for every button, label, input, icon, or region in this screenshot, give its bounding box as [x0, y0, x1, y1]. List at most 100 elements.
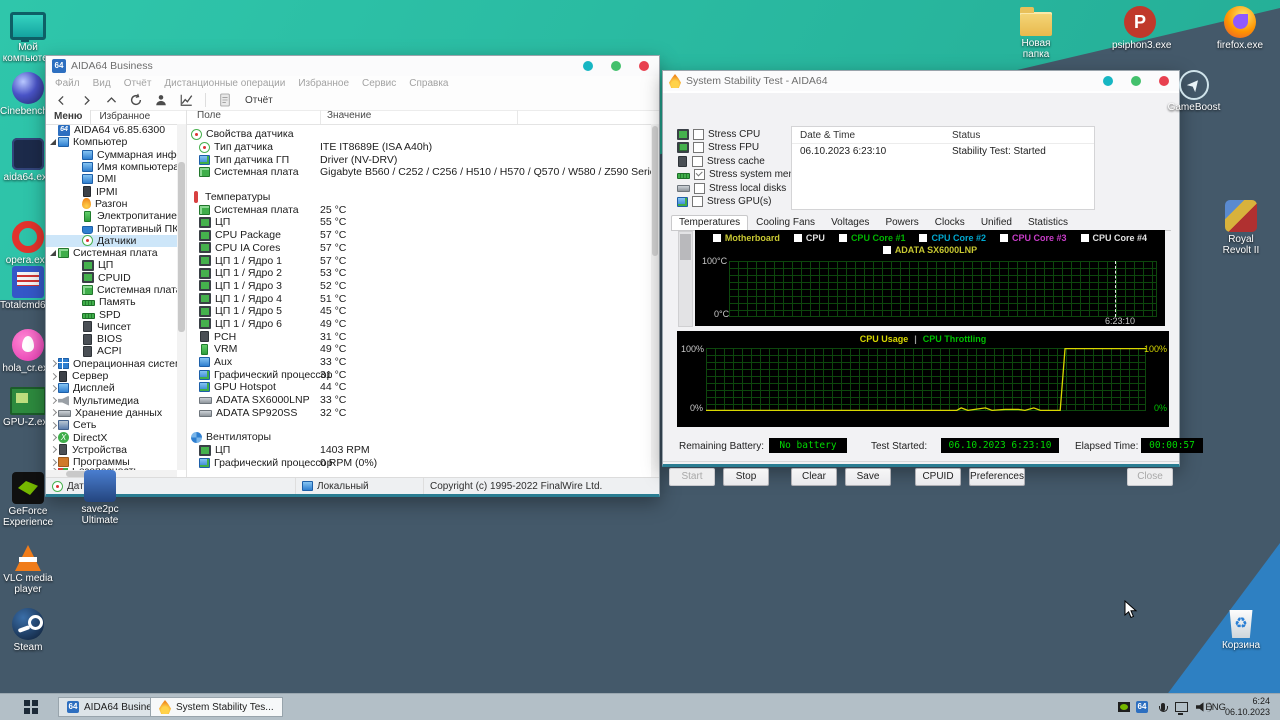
closed-expander-icon[interactable] — [48, 446, 58, 454]
tab-temperatures[interactable]: Temperatures — [671, 215, 749, 230]
network-tray-icon[interactable] — [1175, 694, 1188, 720]
menu-item[interactable]: Файл — [55, 78, 80, 89]
stress-option-cache[interactable]: Stress cache — [677, 155, 765, 167]
legend-checkbox[interactable] — [919, 234, 928, 242]
legend-checkbox[interactable] — [882, 246, 891, 254]
clear-button[interactable]: Clear — [791, 468, 837, 486]
desktop-icon-firefox[interactable]: firefox.exe — [1212, 6, 1268, 51]
checkbox[interactable] — [692, 155, 703, 167]
menu-item[interactable]: Вид — [93, 78, 111, 89]
tree-item[interactable]: Дисплей — [46, 382, 177, 394]
open-expander-icon[interactable] — [48, 139, 58, 146]
graph-scrollbar[interactable] — [678, 231, 693, 327]
desktop-icon-psiphon[interactable]: Ppsiphon3.exe — [1112, 6, 1172, 51]
start-button[interactable] — [24, 700, 38, 714]
menu-item[interactable]: Справка — [409, 78, 448, 89]
checkbox[interactable] — [694, 169, 705, 181]
closed-expander-icon[interactable] — [48, 409, 58, 417]
checkbox[interactable] — [692, 196, 703, 207]
aida64-tray-icon[interactable]: 64 — [1136, 694, 1148, 720]
tree-vertical-scrollbar[interactable] — [177, 124, 186, 470]
tree-item[interactable]: Имя компьютера — [46, 161, 177, 173]
tree-item[interactable]: SPD — [46, 308, 177, 321]
minimize-button[interactable] — [583, 61, 593, 71]
close-button[interactable] — [639, 61, 649, 71]
checkbox[interactable] — [693, 142, 704, 154]
tab-menu[interactable]: Меню — [46, 110, 92, 124]
tab-powers[interactable]: Powers — [877, 215, 926, 230]
tree-item[interactable]: X DirectX — [46, 431, 177, 444]
report-icon[interactable] — [217, 93, 233, 108]
aida64-titlebar[interactable]: 64 AIDA64 Business — [46, 56, 659, 76]
tree-item[interactable]: Устройства — [46, 444, 177, 456]
tree-item[interactable]: BIOS — [46, 333, 177, 345]
tab-cooling-fans[interactable]: Cooling Fans — [748, 215, 823, 230]
closed-expander-icon[interactable] — [48, 434, 58, 442]
closed-expander-icon[interactable] — [48, 421, 58, 429]
stress-option-cpu[interactable]: Stress CPU — [677, 129, 760, 140]
content-vertical-scrollbar[interactable] — [651, 124, 659, 478]
stop-button[interactable]: Stop — [723, 468, 769, 486]
tree-item[interactable]: Хранение данных — [46, 407, 177, 419]
tree-item[interactable]: Память — [46, 296, 177, 308]
desktop-icon-vlc[interactable]: VLC media player — [0, 543, 56, 595]
menu-item[interactable]: Отчёт — [124, 78, 152, 89]
refresh-icon[interactable] — [128, 93, 144, 108]
cpuid-button[interactable]: CPUID — [915, 468, 961, 486]
legend-checkbox[interactable] — [1000, 234, 1008, 242]
tree-item[interactable]: Портативный ПК — [46, 222, 177, 235]
open-expander-icon[interactable] — [48, 250, 58, 257]
desktop-icon-gameboost[interactable]: GameBoost — [1166, 70, 1222, 113]
tree-item[interactable]: Разгон — [46, 198, 177, 210]
desktop-icon-steam[interactable]: Steam — [0, 608, 56, 653]
language-indicator[interactable]: ENG — [1205, 694, 1226, 720]
minimize-button[interactable] — [1103, 76, 1113, 86]
closed-expander-icon[interactable] — [48, 372, 58, 380]
tree-item[interactable]: CPUID — [46, 272, 177, 284]
tree-item[interactable]: Сервер — [46, 370, 177, 382]
maximize-button[interactable] — [611, 61, 621, 71]
tree-item[interactable]: Операционная систем — [46, 358, 177, 370]
tree-item[interactable]: ACPI — [46, 345, 177, 357]
tree-item[interactable]: Программы — [46, 456, 177, 468]
chart-icon[interactable] — [178, 93, 194, 108]
legend-checkbox[interactable] — [793, 234, 802, 242]
tree-item[interactable]: Мультимедиа — [46, 395, 177, 407]
desktop-icon-royal[interactable]: Royal Revolt II — [1213, 200, 1269, 256]
user-icon[interactable] — [153, 93, 169, 108]
tree-item[interactable]: Чипсет — [46, 321, 177, 333]
desktop-icon-folder[interactable]: Новая папка — [1008, 6, 1064, 60]
back-icon[interactable] — [53, 93, 69, 108]
maximize-button[interactable] — [1131, 76, 1141, 86]
tree-item[interactable]: ЦП — [46, 259, 177, 271]
tree-item[interactable]: Компьютер — [46, 136, 177, 148]
desktop-icon-recycle[interactable]: ♻ Корзина — [1213, 608, 1269, 651]
tab-clocks[interactable]: Clocks — [927, 215, 973, 230]
desktop-icon-save2pc[interactable]: save2pc Ultimate — [72, 470, 128, 526]
tab-statistics[interactable]: Statistics — [1020, 215, 1076, 230]
tree-item[interactable]: 64 AIDA64 v6.85.6300 — [46, 124, 177, 136]
save-button[interactable]: Save — [845, 468, 891, 486]
tree-item[interactable]: Системная плата — [46, 284, 177, 296]
legend-checkbox[interactable] — [1080, 234, 1089, 242]
report-button[interactable]: Отчёт — [245, 95, 273, 106]
closed-expander-icon[interactable] — [48, 360, 58, 368]
preferences-button[interactable]: Preferences — [969, 468, 1025, 486]
tree-item[interactable]: Сеть — [46, 419, 177, 431]
forward-icon[interactable] — [78, 93, 94, 108]
taskbar-button-sst[interactable]: System Stability Tes... — [150, 697, 283, 717]
nvidia-tray-icon[interactable] — [1118, 694, 1130, 720]
up-icon[interactable] — [103, 93, 119, 108]
closed-expander-icon[interactable] — [48, 397, 58, 405]
stress-option-gpu[interactable]: Stress GPU(s) — [677, 196, 771, 207]
tab-unified[interactable]: Unified — [973, 215, 1020, 230]
tab-favorites[interactable]: Избранное — [91, 110, 158, 124]
checkbox[interactable] — [693, 129, 704, 140]
tab-voltages[interactable]: Voltages — [823, 215, 877, 230]
microphone-tray-icon[interactable] — [1158, 694, 1168, 720]
menu-item[interactable]: Дистанционные операции — [164, 78, 285, 89]
stress-option-fpu[interactable]: Stress FPU — [677, 142, 759, 154]
tree-item[interactable]: IPMI — [46, 185, 177, 198]
menu-item[interactable]: Избранное — [298, 78, 349, 89]
tree-item[interactable]: Датчики — [46, 234, 177, 247]
